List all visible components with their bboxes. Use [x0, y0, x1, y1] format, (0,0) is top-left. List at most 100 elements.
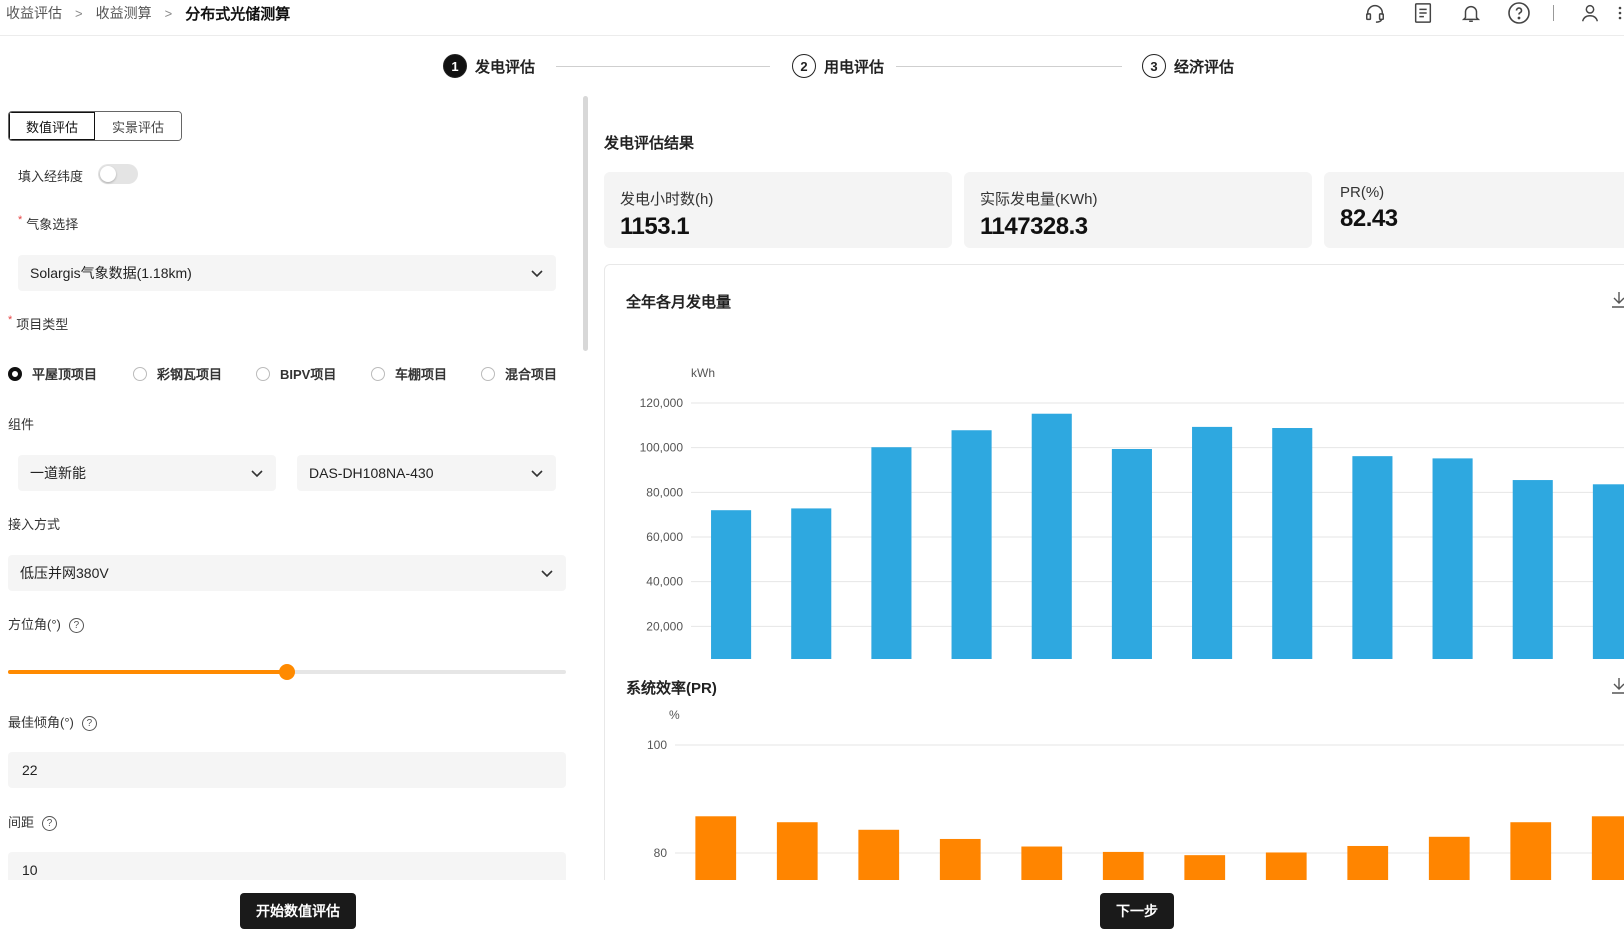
y-axis-unit: %: [669, 708, 680, 722]
bar: [1031, 413, 1072, 659]
stat-card-hours: 发电小时数(h) 1153.1: [604, 172, 952, 248]
bar: [1272, 428, 1313, 659]
bar: [1352, 456, 1393, 659]
chevron-down-icon: [541, 570, 553, 578]
bar: [1111, 449, 1152, 659]
y-tick-label: 100,000: [640, 441, 684, 455]
document-icon[interactable]: [1411, 1, 1435, 25]
bar: [1347, 845, 1389, 880]
tilt-input[interactable]: 22: [8, 752, 566, 788]
latlng-label: 填入经纬度: [18, 169, 84, 184]
module-model-select[interactable]: DAS-DH108NA-430: [297, 455, 556, 491]
start-numeric-eval-button[interactable]: 开始数值评估: [240, 893, 356, 929]
result-title: 发电评估结果: [604, 135, 695, 152]
radio-label: 彩钢瓦项目: [157, 367, 223, 382]
radio-dot: [256, 366, 270, 381]
tab-real-scene-eval[interactable]: 实景评估: [95, 112, 181, 140]
stat-card-pr: PR(%) 82.43: [1324, 172, 1624, 248]
step-consumption-eval[interactable]: 2 用电评估: [792, 54, 884, 78]
module-brand-select[interactable]: 一道新能: [18, 455, 276, 491]
project-type-label: 项目类型: [8, 314, 68, 333]
step-connector: [556, 66, 770, 67]
chevron-right-icon: >: [164, 5, 173, 21]
bar: [1512, 480, 1553, 659]
eval-mode-tabs: 数值评估 实景评估: [8, 111, 182, 141]
step-number: 1: [443, 54, 467, 78]
slider-thumb[interactable]: [279, 664, 295, 680]
step-label: 经济评估: [1174, 58, 1235, 76]
bar: [1192, 426, 1233, 659]
breadcrumb-item-revenue-calc[interactable]: 收益测算: [96, 3, 152, 23]
radio-label: 混合项目: [505, 367, 558, 382]
stat-label: PR(%): [1340, 184, 1385, 201]
module-model-value: DAS-DH108NA-430: [309, 465, 434, 481]
download-icon[interactable]: [1611, 677, 1624, 695]
y-tick-label: 40,000: [646, 575, 683, 589]
help-icon[interactable]: [1507, 1, 1531, 25]
divider: [1553, 5, 1554, 21]
tab-numeric-eval[interactable]: 数值评估: [9, 112, 95, 140]
y-tick-label: 60,000: [646, 530, 683, 544]
radio-dot: [371, 366, 385, 381]
bar: [695, 816, 737, 880]
step-number: 3: [1142, 54, 1166, 78]
bell-icon[interactable]: [1459, 1, 1483, 25]
left-scrollbar[interactable]: [583, 96, 588, 351]
step-connector: [896, 66, 1122, 67]
y-axis-unit: kWh: [691, 366, 715, 380]
question-icon[interactable]: ?: [81, 716, 97, 732]
bar: [939, 838, 981, 880]
user-icon[interactable]: [1578, 1, 1602, 25]
next-step-button[interactable]: 下一步: [1100, 893, 1174, 929]
bar: [791, 508, 832, 659]
bottom-action-bar: 开始数值评估 下一步: [0, 880, 1624, 940]
y-tick-label: 80: [654, 846, 668, 860]
bar: [1510, 822, 1552, 880]
pr-chart: %6080100: [647, 708, 1624, 880]
bar: [951, 430, 992, 659]
question-icon[interactable]: ?: [68, 618, 84, 634]
bar: [1102, 851, 1144, 880]
radio-dot: [8, 366, 22, 381]
radio-label: 车棚项目: [395, 367, 448, 382]
chevron-down-icon: [251, 470, 263, 478]
step-economic-eval[interactable]: 3 经济评估: [1142, 54, 1234, 78]
bar: [858, 829, 900, 880]
radio-dot: [481, 366, 495, 381]
y-tick-label: 20,000: [646, 619, 683, 633]
radio-flat-roof[interactable]: 平屋顶项目: [8, 364, 133, 383]
stat-value: 1153.1: [620, 213, 690, 240]
download-icon[interactable]: [1611, 291, 1624, 309]
azimuth-label: 方位角(°): [8, 617, 61, 632]
bar: [1432, 458, 1473, 659]
headset-icon[interactable]: [1363, 1, 1387, 25]
bar: [1428, 836, 1470, 880]
radio-mixed[interactable]: 混合项目: [481, 364, 557, 383]
y-tick-label: 120,000: [640, 396, 684, 410]
stat-label: 发电小时数(h): [620, 191, 714, 208]
radio-steel-tile[interactable]: 彩钢瓦项目: [133, 364, 256, 383]
charts-card: 全年各月发电量 kWh020,00040,00060,00080,000100,…: [604, 264, 1624, 880]
radio-bipv[interactable]: BIPV项目: [256, 364, 371, 383]
bar: [1592, 484, 1624, 659]
more-icon[interactable]: [1616, 1, 1624, 25]
weather-label: 气象选择: [18, 214, 78, 233]
step-label: 用电评估: [824, 58, 885, 76]
y-tick-label: 100: [647, 738, 667, 752]
access-value: 低压并网380V: [20, 565, 109, 581]
azimuth-label-row: 方位角(°)?: [8, 614, 84, 634]
spacing-label: 间距: [8, 815, 35, 830]
question-icon[interactable]: ?: [42, 816, 58, 832]
step-power-eval[interactable]: 1 发电评估: [443, 54, 535, 78]
spacing-label-row: 间距?: [8, 812, 58, 832]
bar: [1265, 852, 1307, 880]
latlng-toggle[interactable]: [98, 164, 138, 184]
bar: [1021, 846, 1063, 880]
bar: [1184, 855, 1226, 880]
breadcrumb-item-revenue-eval[interactable]: 收益评估: [6, 3, 62, 23]
access-select[interactable]: 低压并网380V: [8, 555, 566, 591]
weather-select[interactable]: Solargis气象数据(1.18km): [18, 255, 556, 291]
stat-value: 1147328.3: [980, 213, 1088, 240]
radio-carport[interactable]: 车棚项目: [371, 364, 481, 383]
azimuth-slider[interactable]: [8, 664, 566, 680]
